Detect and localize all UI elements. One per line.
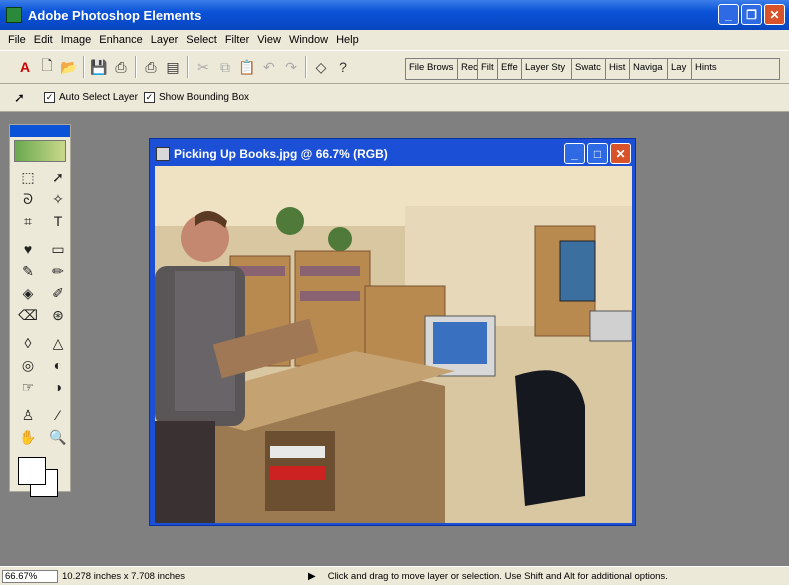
- show-bounding-box-checkbox[interactable]: ✓ Show Bounding Box: [143, 92, 250, 103]
- eyedropper-tool-icon[interactable]: ⁄: [46, 405, 70, 425]
- print-icon[interactable]: ⎙: [140, 56, 162, 78]
- doc-maximize-button[interactable]: □: [587, 143, 608, 164]
- document-icon: [156, 147, 170, 161]
- pencil-tool-icon[interactable]: ✏: [46, 261, 70, 281]
- tab-recipes[interactable]: Rec: [458, 59, 478, 79]
- zoom-tool-icon[interactable]: 🔍: [46, 427, 70, 447]
- menu-edit[interactable]: Edit: [30, 34, 57, 46]
- palette-well: File Brows Rec Filt Effe Layer Sty Swatc…: [405, 58, 780, 80]
- checkbox-checked-icon: ✓: [44, 92, 55, 103]
- menu-image[interactable]: Image: [57, 34, 96, 46]
- tab-layer-styles[interactable]: Layer Sty: [522, 59, 572, 79]
- status-hint-text: Click and drag to move layer or selectio…: [327, 570, 668, 582]
- sponge-tool-icon[interactable]: ◎: [16, 355, 40, 375]
- save-icon[interactable]: 💾: [88, 56, 110, 78]
- toolbox-title-bar[interactable]: [10, 125, 70, 137]
- tab-hints[interactable]: Hints: [692, 59, 722, 79]
- impressionist-brush-icon[interactable]: ✐: [46, 283, 70, 303]
- auto-select-layer-label: Auto Select Layer: [59, 92, 138, 103]
- cut-icon[interactable]: ✂: [192, 56, 214, 78]
- red-eye-tool-icon[interactable]: ⊛: [46, 305, 70, 325]
- paint-bucket-tool-icon[interactable]: ◈: [16, 283, 40, 303]
- undo-icon[interactable]: ↶: [258, 56, 280, 78]
- eraser-tool-icon[interactable]: ⌫: [16, 305, 40, 325]
- show-bounding-box-label: Show Bounding Box: [158, 92, 250, 103]
- menu-file[interactable]: File: [4, 34, 30, 46]
- photoshop-elements-icon: [6, 7, 22, 23]
- status-bar: 66.67% 10.278 inches x 7.708 inches ▶ Cl…: [0, 566, 789, 585]
- library-photo-image: [155, 166, 632, 523]
- sharpen-tool-icon[interactable]: △: [46, 333, 70, 353]
- tab-history[interactable]: Hist: [606, 59, 630, 79]
- document-size-info[interactable]: 10.278 inches x 7.708 inches: [62, 571, 302, 582]
- foreground-color-swatch[interactable]: [18, 457, 46, 485]
- zoom-level-field[interactable]: 66.67%: [2, 569, 58, 583]
- menu-enhance[interactable]: Enhance: [95, 34, 146, 46]
- menu-layer[interactable]: Layer: [147, 34, 183, 46]
- app-title-bar[interactable]: Adobe Photoshop Elements _ ❐ ✕: [0, 0, 789, 30]
- app-title: Adobe Photoshop Elements: [28, 7, 202, 23]
- print-preview-icon[interactable]: ▤: [162, 56, 184, 78]
- step-backward-icon[interactable]: ◇: [310, 56, 332, 78]
- tab-navigator[interactable]: Naviga: [630, 59, 668, 79]
- open-file-icon[interactable]: 📂: [58, 56, 80, 78]
- menu-filter[interactable]: Filter: [221, 34, 253, 46]
- minimize-button[interactable]: _: [718, 4, 739, 25]
- status-menu-arrow-icon[interactable]: ▶: [308, 571, 316, 582]
- copy-icon[interactable]: ⧉: [214, 56, 236, 78]
- brush-tool-icon[interactable]: ✎: [16, 261, 40, 281]
- help-icon[interactable]: ?: [332, 56, 354, 78]
- document-canvas-photo[interactable]: [155, 166, 632, 523]
- restore-button[interactable]: ❐: [741, 4, 762, 25]
- move-tool-icon[interactable]: ➚: [14, 90, 38, 106]
- gradient-tool-icon[interactable]: ▭: [46, 239, 70, 259]
- clone-stamp-tool-icon[interactable]: ♙: [16, 405, 40, 425]
- document-window[interactable]: Picking Up Books.jpg @ 66.7% (RGB) _ □ ✕: [149, 138, 636, 526]
- menu-view[interactable]: View: [253, 34, 285, 46]
- document-title-bar[interactable]: Picking Up Books.jpg @ 66.7% (RGB): [150, 139, 635, 169]
- paste-icon[interactable]: 📋: [236, 56, 258, 78]
- magic-wand-tool-icon[interactable]: ✧: [46, 189, 70, 209]
- menu-window[interactable]: Window: [285, 34, 332, 46]
- tab-effects[interactable]: Effe: [498, 59, 522, 79]
- burn-tool-icon[interactable]: ◑: [46, 377, 70, 397]
- hand-tool-icon[interactable]: ✋: [16, 427, 40, 447]
- checkbox-checked-icon: ✓: [143, 92, 155, 103]
- crop-tool-icon[interactable]: ⌗: [16, 211, 40, 231]
- tab-file-browser[interactable]: File Brows: [406, 59, 458, 79]
- type-tool-icon[interactable]: T: [46, 211, 70, 231]
- elements-logo[interactable]: [14, 140, 66, 162]
- tab-swatches[interactable]: Swatc: [572, 59, 606, 79]
- close-button[interactable]: ✕: [764, 4, 785, 25]
- options-bar: ➚ ✓ Auto Select Layer ✓ Show Bounding Bo…: [0, 84, 789, 112]
- marquee-tool-icon[interactable]: ⬚: [16, 167, 40, 187]
- new-file-icon[interactable]: 🗋: [36, 56, 58, 78]
- auto-select-layer-checkbox[interactable]: ✓ Auto Select Layer: [44, 92, 138, 103]
- adobe-online-icon[interactable]: A: [14, 56, 36, 78]
- redo-icon[interactable]: ↷: [280, 56, 302, 78]
- custom-shape-tool-icon[interactable]: ♥: [16, 239, 40, 259]
- tab-layers[interactable]: Lay: [668, 59, 692, 79]
- save-for-web-icon[interactable]: ⎙: [110, 56, 132, 78]
- lasso-tool-icon[interactable]: ᘐ: [16, 189, 40, 209]
- menu-help[interactable]: Help: [332, 34, 363, 46]
- menu-bar: File Edit Image Enhance Layer Select Fil…: [0, 30, 789, 50]
- doc-minimize-button[interactable]: _: [564, 143, 585, 164]
- tab-filters[interactable]: Filt: [478, 59, 498, 79]
- document-title: Picking Up Books.jpg @ 66.7% (RGB): [174, 147, 388, 161]
- dodge-tool-icon[interactable]: ◐: [46, 355, 70, 375]
- doc-close-button[interactable]: ✕: [610, 143, 631, 164]
- color-swatches[interactable]: [16, 455, 64, 501]
- blur-tool-icon[interactable]: ◊: [16, 333, 40, 353]
- smudge-tool-icon[interactable]: ☞: [16, 377, 40, 397]
- toolbox: ⬚ ➚ ᘐ ✧ ⌗ T ♥ ▭ ✎ ✏ ◈ ✐ ⌫ ⊛ ◊ △ ◎ ◐ ☞ ◑ …: [9, 124, 71, 497]
- move-tool-icon[interactable]: ➚: [46, 167, 70, 187]
- menu-select[interactable]: Select: [182, 34, 221, 46]
